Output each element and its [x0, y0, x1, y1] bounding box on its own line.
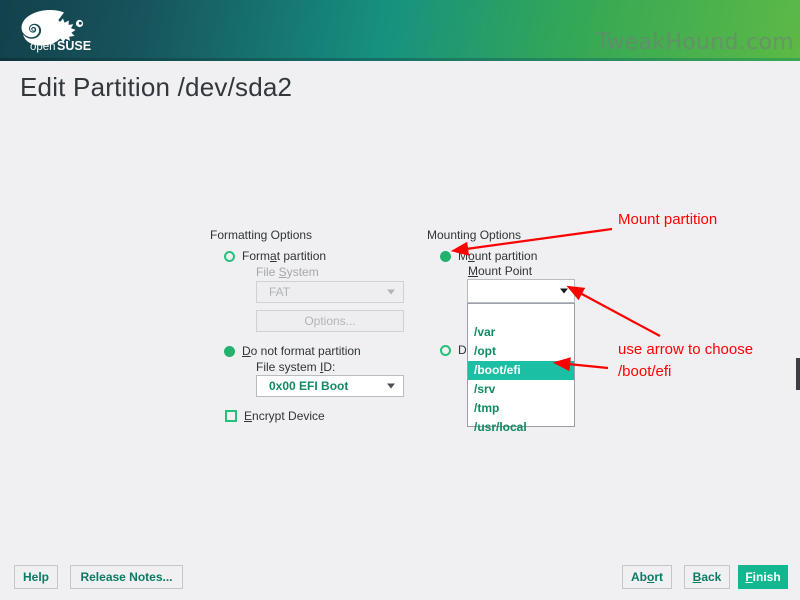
- mounting-options-title: Mounting Options: [427, 228, 522, 242]
- radio-indicator-format[interactable]: [224, 250, 235, 262]
- mount-partition-radio[interactable]: Mount partition: [440, 249, 537, 263]
- opensuse-chameleon-logo: open SUSE: [21, 10, 91, 53]
- encrypt-device-label: Encrypt Device: [244, 409, 325, 423]
- application-window: open SUSE TweakHound.com Edit Partition …: [0, 0, 800, 600]
- file-system-id-label: File system ID:: [256, 360, 336, 374]
- file-system-label: File System: [256, 265, 319, 279]
- file-system-value: FAT: [269, 285, 291, 299]
- radio-indicator-do-not-format[interactable]: [224, 345, 235, 357]
- radio-indicator-mount[interactable]: [440, 250, 451, 262]
- mount-point-option[interactable]: /usr/local: [468, 418, 574, 437]
- formatting-options-title: Formatting Options: [210, 228, 313, 242]
- do-not-format-partition-radio[interactable]: Do not format partition: [224, 344, 361, 358]
- mount-point-label: Mount Point: [468, 264, 533, 278]
- annotation-use-arrow-line2: /boot/efi: [618, 363, 672, 380]
- radio-indicator-do-not-mount[interactable]: [440, 344, 451, 356]
- page-title: Edit Partition /dev/sda2: [20, 72, 293, 102]
- help-button[interactable]: Help: [14, 565, 58, 589]
- right-edge-artifact: [796, 358, 800, 390]
- mount-point-option[interactable]: [468, 304, 574, 323]
- finish-label: Finish: [745, 570, 781, 584]
- format-options-label: Options...: [304, 314, 356, 328]
- arrow-to-mount-point-combo: [566, 285, 661, 337]
- header-underline: [0, 58, 800, 61]
- do-not-format-partition-label: Do not format partition: [242, 344, 361, 358]
- format-partition-label: Format partition: [242, 249, 327, 263]
- file-system-id-select[interactable]: 0x00 EFI Boot: [256, 375, 404, 397]
- abort-label: Abort: [630, 570, 663, 584]
- mount-point-option[interactable]: /var: [468, 323, 574, 342]
- back-label: Back: [692, 570, 722, 584]
- annotation-mount-partition: Mount partition: [618, 211, 718, 228]
- abort-button[interactable]: Abort: [622, 565, 672, 589]
- mount-point-select[interactable]: [467, 279, 575, 303]
- mount-point-option[interactable]: /boot/efi: [468, 361, 574, 380]
- format-options-button[interactable]: Options...: [256, 310, 404, 332]
- encrypt-device-checkbox[interactable]: Encrypt Device: [225, 409, 325, 423]
- mount-partition-label: Mount partition: [458, 249, 538, 263]
- watermark-text: TweakHound.com: [596, 30, 794, 55]
- format-partition-radio[interactable]: Format partition: [224, 249, 326, 263]
- release-notes-button[interactable]: Release Notes...: [70, 565, 183, 589]
- chevron-down-icon: [387, 383, 395, 389]
- mount-point-dropdown-list[interactable]: /var/opt/boot/efi/srv/tmp/usr/local: [467, 303, 575, 434]
- release-notes-label: Release Notes...: [80, 570, 173, 584]
- mount-point-option[interactable]: /opt: [468, 342, 574, 361]
- finish-button[interactable]: Finish: [738, 565, 788, 589]
- header-banner: open SUSE TweakHound.com: [0, 0, 800, 58]
- annotation-use-arrow-line1: use arrow to choose: [618, 341, 754, 358]
- chevron-down-icon: [560, 288, 568, 294]
- file-system-select[interactable]: FAT: [256, 281, 404, 303]
- file-system-id-value: 0x00 EFI Boot: [269, 379, 349, 393]
- checkbox-indicator-encrypt[interactable]: [225, 410, 237, 422]
- mount-point-option[interactable]: /tmp: [468, 399, 574, 418]
- logo-text-suse: SUSE: [57, 39, 91, 53]
- help-label: Help: [22, 570, 49, 584]
- back-button[interactable]: Back: [684, 565, 730, 589]
- logo-text-open: open: [30, 41, 56, 53]
- chevron-down-icon: [387, 289, 395, 295]
- mount-point-option[interactable]: /srv: [468, 380, 574, 399]
